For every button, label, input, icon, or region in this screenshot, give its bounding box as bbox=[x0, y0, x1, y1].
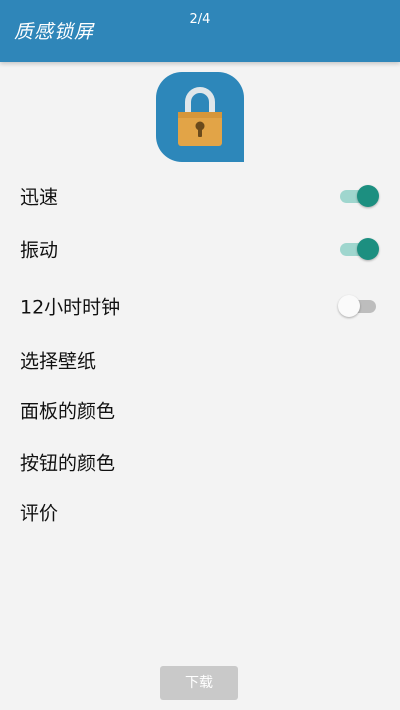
setting-row-button-color[interactable]: 按钮的颜色 bbox=[0, 436, 400, 488]
toggle-knob bbox=[357, 185, 379, 207]
setting-label-button-color: 按钮的颜色 bbox=[20, 452, 116, 475]
app-icon bbox=[156, 72, 244, 162]
page-indicator: 2/4 bbox=[189, 12, 211, 27]
setting-row-panel-color[interactable]: 面板的颜色 bbox=[0, 384, 400, 436]
setting-label-fast: 迅速 bbox=[20, 186, 59, 209]
setting-row-vibration[interactable]: 振动 bbox=[0, 223, 400, 275]
setting-label-choose-wallpaper: 选择壁纸 bbox=[20, 350, 97, 373]
setting-row-rate[interactable]: 评价 bbox=[0, 486, 400, 538]
setting-row-12-hour-clock[interactable]: 12小时时钟 bbox=[0, 280, 400, 332]
toggle-knob bbox=[338, 295, 360, 317]
download-button[interactable]: 下载 bbox=[160, 666, 238, 700]
vibration-toggle[interactable] bbox=[338, 237, 379, 261]
setting-label-12-hour-clock: 12小时时钟 bbox=[20, 296, 121, 319]
app-bar: 质感锁屏 2/4 bbox=[0, 0, 400, 62]
padlock-icon bbox=[178, 87, 222, 146]
12-hour-clock-toggle[interactable] bbox=[338, 294, 378, 318]
setting-row-choose-wallpaper[interactable]: 选择壁纸 bbox=[0, 334, 400, 386]
toggle-knob bbox=[357, 238, 379, 260]
setting-row-fast[interactable]: 迅速 bbox=[0, 170, 400, 222]
setting-label-rate: 评价 bbox=[20, 502, 59, 525]
fast-toggle[interactable] bbox=[338, 184, 379, 208]
setting-label-panel-color: 面板的颜色 bbox=[20, 400, 116, 423]
setting-label-vibration: 振动 bbox=[20, 239, 59, 262]
